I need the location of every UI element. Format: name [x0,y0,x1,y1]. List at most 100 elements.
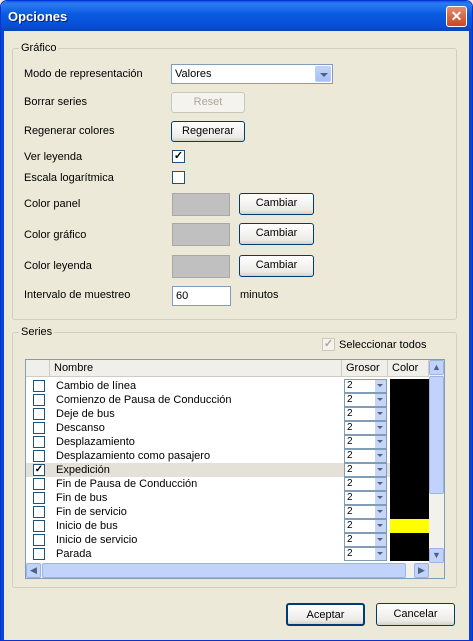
chevron-down-icon[interactable] [375,478,386,490]
title-bar[interactable]: Opciones ✕ [1,1,472,31]
row-checkbox[interactable] [33,408,45,420]
grosor-select[interactable]: 2 [344,421,387,435]
row-color-swatch[interactable] [390,435,429,449]
chevron-down-icon[interactable] [375,408,386,420]
chevron-down-icon[interactable] [375,492,386,504]
row-checkbox[interactable] [33,492,45,504]
row-checkbox[interactable] [33,506,45,518]
regenerar-button[interactable]: Regenerar [171,121,245,142]
row-checkbox[interactable] [33,394,45,406]
seleccionar-todos-checkbox[interactable]: ✓ [322,338,335,351]
row-checkbox[interactable] [33,450,45,462]
row-checkbox[interactable] [33,380,45,392]
header-nombre[interactable]: Nombre [50,360,342,377]
table-row[interactable]: Desplazamiento como pasajero 2 [26,449,429,463]
table-row[interactable]: Desplazamiento 2 [26,435,429,449]
row-color-swatch[interactable] [390,421,429,435]
table-row[interactable]: Comienzo de Pausa de Conducción 2 [26,393,429,407]
ver-leyenda-checkbox[interactable]: ✓ [172,150,185,163]
row-color-swatch[interactable] [390,477,429,491]
row-color-swatch[interactable] [390,533,429,547]
header-grosor[interactable]: Grosor [342,360,388,377]
grosor-select[interactable]: 2 [344,379,387,393]
aceptar-button[interactable]: Aceptar [286,603,365,626]
ver-leyenda-label: Ver leyenda [24,151,83,163]
reset-button[interactable]: Reset [171,92,245,113]
table-row[interactable]: Cambio de línea 2 [26,379,429,393]
row-color-swatch[interactable] [390,379,429,393]
grosor-value: 2 [347,548,353,559]
row-checkbox[interactable] [33,534,45,546]
row-color-swatch[interactable] [390,505,429,519]
chevron-down-icon[interactable] [375,394,386,406]
grosor-select[interactable]: 2 [344,393,387,407]
vertical-scroll-thumb[interactable] [429,376,444,494]
row-color-swatch[interactable] [390,393,429,407]
table-row[interactable]: Fin de bus 2 [26,491,429,505]
row-checkbox[interactable] [33,548,45,560]
chevron-down-icon[interactable] [315,66,331,82]
grosor-select[interactable]: 2 [344,505,387,519]
grosor-select[interactable]: 2 [344,463,387,477]
cambiar-panel-button[interactable]: Cambiar [239,193,314,215]
row-color-swatch[interactable] [390,519,429,533]
row-checkbox[interactable] [33,478,45,490]
cambiar-grafico-button[interactable]: Cambiar [239,223,314,245]
options-dialog: Opciones ✕ Gráfico Modo de representació… [0,0,473,641]
row-checkbox[interactable] [33,436,45,448]
row-color-swatch[interactable] [390,491,429,505]
grosor-select[interactable]: 2 [344,491,387,505]
row-color-swatch[interactable] [390,547,429,561]
row-checkbox[interactable] [33,520,45,532]
escala-logaritmica-checkbox[interactable] [172,171,185,184]
chevron-down-icon[interactable] [375,506,386,518]
horizontal-scrollbar[interactable]: ◀ ▶ [26,563,429,578]
grid-header: Nombre Grosor Color [26,360,429,377]
grosor-select[interactable]: 2 [344,519,387,533]
grosor-value: 2 [347,492,353,503]
modo-select[interactable]: Valores [171,64,333,84]
grosor-select[interactable]: 2 [344,547,387,561]
chevron-down-icon[interactable] [375,464,386,476]
table-row[interactable]: Deje de bus 2 [26,407,429,421]
row-color-swatch[interactable] [390,407,429,421]
chevron-down-icon[interactable] [375,548,386,560]
table-row[interactable]: Fin de Pausa de Conducción 2 [26,477,429,491]
window-border-right [469,31,472,640]
row-color-swatch[interactable] [390,463,429,477]
intervalo-label: Intervalo de muestreo [24,289,131,301]
row-checkbox[interactable]: ✓ [33,464,45,476]
chevron-down-icon[interactable] [375,380,386,392]
grosor-select[interactable]: 2 [344,407,387,421]
grosor-select[interactable]: 2 [344,533,387,547]
horizontal-scroll-thumb[interactable] [42,563,406,578]
vertical-scrollbar[interactable]: ▲ ▼ [429,360,444,563]
chevron-down-icon[interactable] [375,436,386,448]
table-row[interactable]: Parada 2 [26,547,429,561]
regenerar-label: Regenerar colores [24,125,115,137]
grosor-select[interactable]: 2 [344,435,387,449]
grosor-value: 2 [347,478,353,489]
scroll-right-icon[interactable]: ▶ [414,563,429,578]
grosor-select[interactable]: 2 [344,477,387,491]
cambiar-leyenda-button[interactable]: Cambiar [239,255,314,277]
chevron-down-icon[interactable] [375,520,386,532]
scroll-down-icon[interactable]: ▼ [429,548,444,563]
chevron-down-icon[interactable] [375,534,386,546]
table-row[interactable]: Descanso 2 [26,421,429,435]
table-row[interactable]: Fin de servicio 2 [26,505,429,519]
close-button[interactable]: ✕ [446,6,467,27]
intervalo-input[interactable]: 60 [172,286,231,306]
chevron-down-icon[interactable] [375,422,386,434]
cancelar-button[interactable]: Cancelar [376,603,455,626]
table-row[interactable]: Inicio de servicio 2 [26,533,429,547]
header-color[interactable]: Color [388,360,429,377]
scroll-up-icon[interactable]: ▲ [429,360,444,375]
row-color-swatch[interactable] [390,449,429,463]
table-row[interactable]: Inicio de bus 2 [26,519,429,533]
grosor-select[interactable]: 2 [344,449,387,463]
scroll-left-icon[interactable]: ◀ [26,563,41,578]
table-row[interactable]: ✓ Expedición 2 [26,463,429,477]
row-checkbox[interactable] [33,422,45,434]
chevron-down-icon[interactable] [375,450,386,462]
